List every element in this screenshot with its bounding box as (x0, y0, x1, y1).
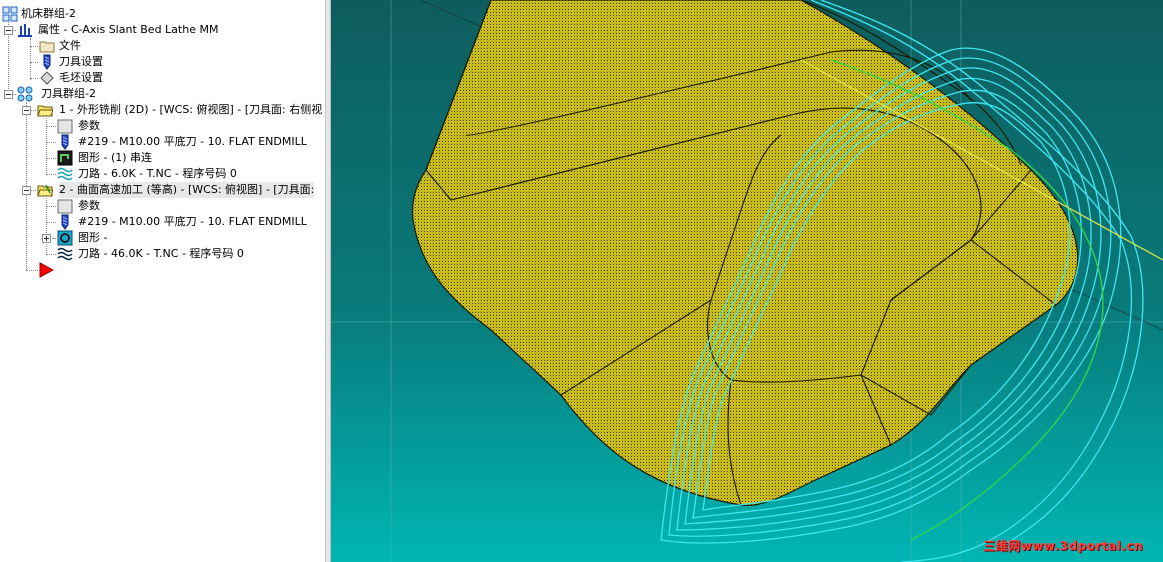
operation-1-label: 1 - 外形铣削 (2D) - [WCS: 俯视图] - [刀具面: 右侧视 (59, 103, 323, 116)
op2-tool-label: #219 - M10.00 平底刀 - 10. FLAT ENDMILL (78, 215, 307, 228)
tree-line (46, 222, 56, 223)
tool-icon (61, 134, 69, 150)
operation-2-label: 2 - 曲面高速加工 (等高) - [WCS: 俯视图] - [刀具面: (59, 182, 315, 198)
tree-line (46, 158, 56, 159)
op1-toolpath-label: 刀路 - 6.0K - T.NC - 程序号码 0 (78, 167, 237, 180)
tree-item-op1-tool[interactable]: #219 - M10.00 平底刀 - 10. FLAT ENDMILL (57, 134, 317, 150)
tree-item-op2-toolpath[interactable]: 刀路 - 46.0K - T.NC - 程序号码 0 (57, 246, 297, 262)
insert-arrow-icon[interactable] (38, 262, 54, 278)
op2-toolpath-label: 刀路 - 46.0K - T.NC - 程序号码 0 (78, 247, 244, 260)
collapse-toggle[interactable] (4, 26, 13, 35)
toolpath-wave-icon (57, 167, 73, 181)
machine-group-icon (2, 6, 18, 22)
op1-tool-label: #219 - M10.00 平底刀 - 10. FLAT ENDMILL (78, 135, 307, 148)
tree-line (46, 206, 56, 207)
toolpath-wave-icon (57, 247, 73, 261)
tool-icon (61, 214, 69, 230)
tree-item-op2-geometry[interactable]: 图形 - (57, 230, 297, 246)
collapse-toggle[interactable] (22, 106, 31, 115)
collapse-toggle[interactable] (22, 186, 31, 195)
tree-line (30, 62, 38, 63)
folder-icon (57, 119, 73, 134)
tree-line (26, 270, 38, 271)
tree-item-toolpath-group[interactable]: 刀具群组-2 (17, 86, 322, 102)
stock-settings-label: 毛坯设置 (59, 71, 103, 84)
folder-icon (39, 41, 55, 53)
tree-item-stock-settings[interactable]: 毛坯设置 (39, 70, 239, 86)
tree-line (46, 254, 56, 255)
geometry-icon (57, 150, 73, 166)
tree-line (46, 142, 56, 143)
tree-item-files[interactable]: 文件 (39, 38, 239, 54)
tree-item-operation-1[interactable]: 1 - 外形铣削 (2D) - [WCS: 俯视图] - [刀具面: 右侧视 (37, 102, 325, 118)
operations-tree[interactable]: 机床群组-2 属性 - C-Axis Slant Bed Lathe MM 文件… (0, 0, 325, 562)
graphics-viewport[interactable]: 三维网www.3dportal.cn (331, 0, 1163, 562)
tree-item-machine-group[interactable]: 机床群组-2 (2, 6, 322, 22)
tree-item-operation-2[interactable]: 2 - 曲面高速加工 (等高) - [WCS: 俯视图] - [刀具面: (37, 182, 325, 198)
op2-geometry-label: 图形 - (78, 231, 108, 244)
folder-icon (57, 199, 73, 214)
viewport-canvas[interactable] (331, 0, 1163, 562)
stock-diamond-icon (40, 71, 54, 85)
properties-icon (18, 24, 32, 37)
tool-icon (43, 54, 51, 70)
tree-item-op1-geometry[interactable]: 图形 - (1) 串连 (57, 150, 297, 166)
tree-item-tool-settings[interactable]: 刀具设置 (39, 54, 239, 70)
tree-item-op2-params[interactable]: 参数 (57, 198, 297, 214)
tree-line (52, 238, 56, 239)
operation-folder-icon (37, 184, 53, 197)
tree-item-properties[interactable]: 属性 - C-Axis Slant Bed Lathe MM (17, 22, 322, 38)
machine-group-label: 机床群组-2 (21, 7, 76, 20)
watermark-text: 三维网www.3dportal.cn (983, 539, 1143, 553)
tool-settings-label: 刀具设置 (59, 55, 103, 68)
tree-line (30, 46, 38, 47)
tree-line (30, 78, 38, 79)
tree-item-op2-tool[interactable]: #219 - M10.00 平底刀 - 10. FLAT ENDMILL (57, 214, 317, 230)
tree-item-op1-params[interactable]: 参数 (57, 118, 297, 134)
tree-line (46, 174, 56, 175)
surface-geometry-icon (57, 230, 73, 246)
operation-folder-icon (37, 105, 53, 117)
op2-params-label: 参数 (78, 199, 100, 212)
files-label: 文件 (59, 39, 81, 52)
properties-label: 属性 - C-Axis Slant Bed Lathe MM (38, 23, 219, 36)
tree-line (30, 38, 31, 80)
expand-toggle[interactable] (42, 234, 51, 243)
toolpath-group-label: 刀具群组-2 (41, 87, 96, 100)
tree-item-op1-toolpath[interactable]: 刀路 - 6.0K - T.NC - 程序号码 0 (57, 166, 297, 182)
op1-params-label: 参数 (78, 119, 100, 132)
collapse-toggle[interactable] (4, 90, 13, 99)
toolpath-group-icon (17, 86, 33, 102)
op1-geometry-label: 图形 - (1) 串连 (78, 151, 153, 164)
tree-line (46, 126, 56, 127)
